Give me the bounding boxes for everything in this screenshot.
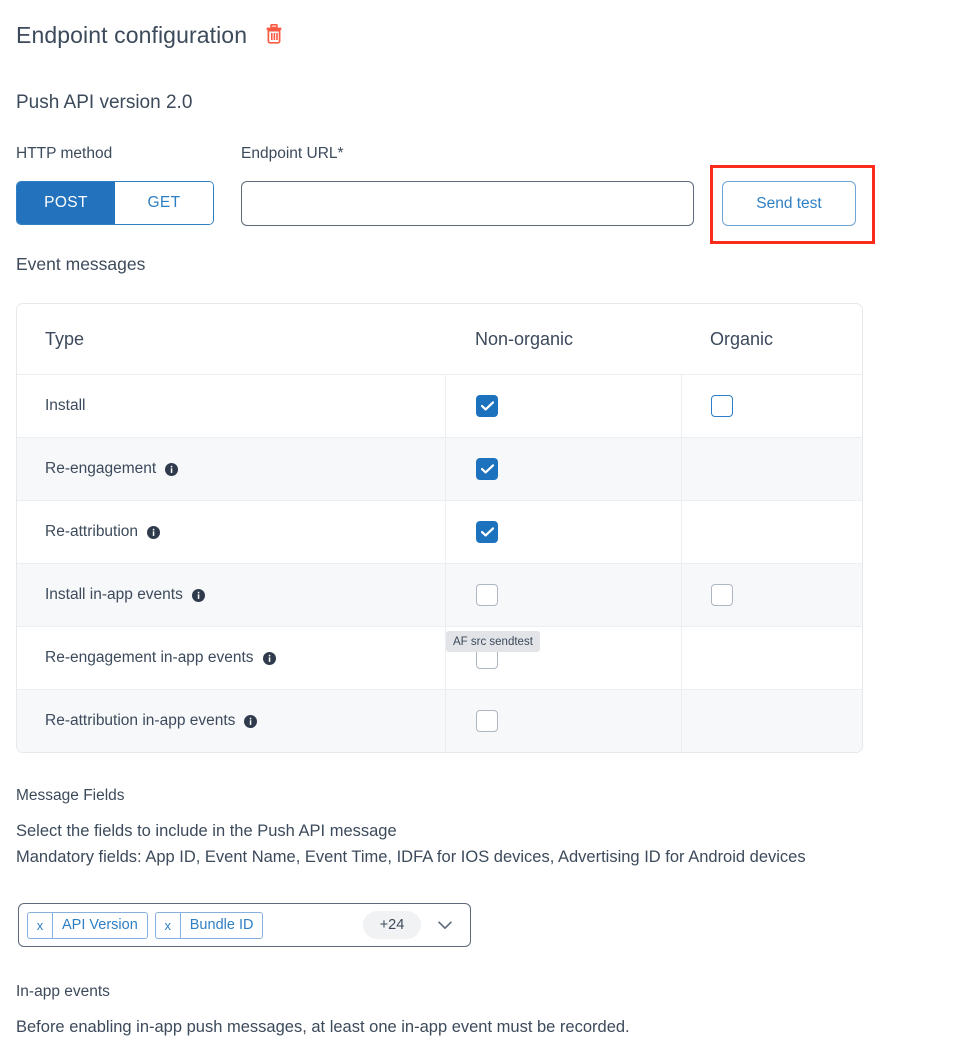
table-row: Re-engagement in-app events bbox=[17, 626, 862, 689]
column-header-organic: Organic bbox=[710, 328, 774, 349]
checkbox-install-non-organic[interactable] bbox=[476, 395, 498, 417]
checkbox-install-in-app-events-organic[interactable] bbox=[711, 584, 733, 606]
cell-non-organic bbox=[445, 375, 681, 437]
delete-endpoint-button[interactable] bbox=[263, 24, 285, 48]
cell-non-organic bbox=[445, 564, 681, 626]
info-icon[interactable] bbox=[165, 462, 179, 476]
http-method-label: HTTP method bbox=[16, 145, 113, 162]
endpoint-url-input[interactable] bbox=[241, 181, 694, 226]
row-label: Install bbox=[45, 397, 86, 414]
chip-label: API Version bbox=[62, 917, 138, 933]
chip-remove-icon[interactable]: x bbox=[156, 912, 181, 938]
cell-organic bbox=[681, 501, 862, 563]
event-messages-label: Event messages bbox=[16, 254, 146, 274]
checkbox-install-in-app-events-non-organic[interactable] bbox=[476, 584, 498, 606]
checkbox-re-attribution-in-app-events-non-organic[interactable] bbox=[476, 710, 498, 732]
cell-organic bbox=[681, 690, 862, 752]
cell-organic bbox=[681, 564, 862, 626]
in-app-events-title: In-app events bbox=[16, 983, 110, 1000]
message-fields-multiselect[interactable]: x API Version x Bundle ID +24 bbox=[18, 903, 471, 947]
cell-organic bbox=[681, 375, 862, 437]
chip-bundle-id: x Bundle ID bbox=[154, 911, 264, 939]
http-method-post-button[interactable]: POST bbox=[17, 182, 115, 224]
table-row: Re-engagement bbox=[17, 437, 862, 500]
row-label: Re-engagement in-app events bbox=[45, 649, 276, 667]
message-fields-title: Message Fields bbox=[16, 787, 125, 804]
chip-label: Bundle ID bbox=[189, 917, 254, 933]
chevron-down-icon[interactable] bbox=[428, 920, 462, 930]
send-test-button[interactable]: Send test bbox=[722, 181, 856, 226]
chip-remove-icon[interactable]: x bbox=[28, 912, 53, 938]
cell-organic bbox=[681, 627, 862, 689]
table-row: Install in-app events bbox=[17, 563, 862, 626]
row-label: Re-attribution bbox=[45, 523, 161, 541]
trash-icon bbox=[265, 24, 283, 47]
cell-organic bbox=[681, 438, 862, 500]
info-icon[interactable] bbox=[244, 714, 258, 728]
row-label: Re-attribution in-app events bbox=[45, 712, 258, 730]
endpoint-url-label: Endpoint URL* bbox=[241, 145, 344, 162]
http-method-toggle[interactable]: POST GET bbox=[16, 181, 214, 225]
event-messages-table: Type Non-organic Organic Install Re-enga… bbox=[16, 303, 863, 753]
table-row: Install bbox=[17, 374, 862, 437]
checkbox-install-organic[interactable] bbox=[711, 395, 733, 417]
cell-non-organic bbox=[445, 438, 681, 500]
push-api-version-subtitle: Push API version 2.0 bbox=[16, 92, 193, 113]
page-title-row: Endpoint configuration bbox=[16, 22, 285, 49]
info-icon[interactable] bbox=[262, 651, 276, 665]
info-icon[interactable] bbox=[147, 525, 161, 539]
message-fields-mandatory: Mandatory fields: App ID, Event Name, Ev… bbox=[16, 848, 806, 866]
table-header-row: Type Non-organic Organic bbox=[17, 304, 862, 374]
in-app-events-description: Before enabling in-app push messages, at… bbox=[16, 1018, 630, 1036]
tooltip: AF src sendtest bbox=[446, 631, 540, 652]
overflow-count-badge[interactable]: +24 bbox=[363, 911, 421, 939]
table-row: Re-attribution bbox=[17, 500, 862, 563]
column-header-type: Type bbox=[45, 328, 85, 349]
message-fields-description: Select the fields to include in the Push… bbox=[16, 822, 397, 840]
cell-non-organic bbox=[445, 690, 681, 752]
column-header-non-organic: Non-organic bbox=[475, 328, 574, 349]
info-icon[interactable] bbox=[191, 588, 205, 602]
endpoint-configuration-page: Endpoint configuration Push API version … bbox=[0, 0, 960, 1061]
row-label: Install in-app events bbox=[45, 586, 205, 604]
checkbox-re-attribution-non-organic[interactable] bbox=[476, 521, 498, 543]
checkbox-re-engagement-non-organic[interactable] bbox=[476, 458, 498, 480]
cell-non-organic bbox=[445, 501, 681, 563]
page-title: Endpoint configuration bbox=[16, 22, 248, 48]
row-label: Re-engagement bbox=[45, 460, 179, 478]
http-method-get-button[interactable]: GET bbox=[115, 182, 213, 224]
chip-api-version: x API Version bbox=[27, 911, 148, 939]
table-row: Re-attribution in-app events bbox=[17, 689, 862, 752]
